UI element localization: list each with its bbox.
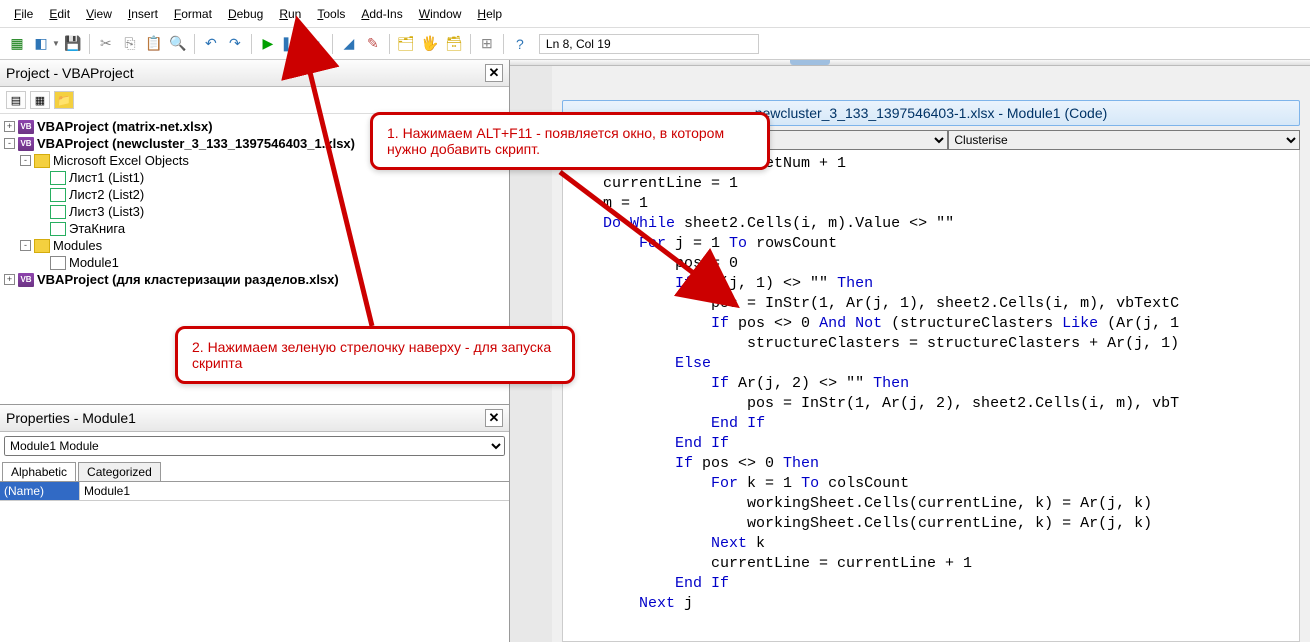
design-mode-icon[interactable]: ◢ [338, 33, 360, 55]
callout-2: 2. Нажимаем зеленую стрелочку наверху - … [175, 326, 575, 384]
save-icon[interactable]: 💾 [62, 33, 84, 55]
toggle-folders-icon[interactable]: 📁 [54, 91, 74, 109]
menu-tools[interactable]: Tools [311, 5, 351, 23]
tree-item[interactable]: Лист1 (List1) [2, 169, 507, 186]
redo-icon[interactable]: ↷ [224, 33, 246, 55]
help-icon[interactable]: ? [509, 33, 531, 55]
project-explorer-icon[interactable]: 🗂 [395, 33, 417, 55]
vba-icon: VB [18, 120, 34, 134]
menu-insert[interactable]: Insert [122, 5, 164, 23]
copy-icon[interactable]: ⎘ [119, 33, 141, 55]
vba-icon: VB [18, 273, 34, 287]
reset-icon[interactable]: ■ [305, 33, 327, 55]
tree-label: VBAProject (matrix-net.xlsx) [37, 119, 213, 134]
properties-title: Properties - Module1 [6, 410, 136, 426]
properties-window-icon[interactable]: 🖐 [419, 33, 441, 55]
find-icon[interactable]: 🔍 [167, 33, 189, 55]
expand-icon[interactable]: - [20, 155, 31, 166]
tree-item[interactable]: +VBVBAProject (для кластеризации раздело… [2, 271, 507, 288]
property-key: (Name) [0, 482, 80, 501]
tree-item[interactable]: ЭтаКнига [2, 220, 507, 237]
properties-panel: Properties - Module1 ✕ Module1 Module Al… [0, 405, 509, 642]
paste-icon[interactable]: 📋 [143, 33, 165, 55]
menu-file[interactable]: File [8, 5, 39, 23]
tree-item[interactable]: Module1 [2, 254, 507, 271]
tree-label: Лист3 (List3) [69, 204, 144, 219]
ruler-icon[interactable]: ✎ [362, 33, 384, 55]
sheet-icon [50, 171, 66, 185]
code-editor[interactable]: etNum = workingSheetNum + 1 currentLine … [562, 150, 1300, 642]
expand-icon[interactable]: - [4, 138, 15, 149]
tree-label: Лист2 (List2) [69, 187, 144, 202]
fold-icon [34, 154, 50, 168]
expand-icon[interactable]: + [4, 274, 15, 285]
view-code-icon[interactable]: ▤ [6, 91, 26, 109]
resize-handle[interactable] [790, 60, 830, 65]
vba-icon: VB [18, 137, 34, 151]
tree-label: Modules [53, 238, 102, 253]
toolbar: ▦ ◧▼ 💾 ✂ ⎘ 📋 🔍 ↶ ↷ ▶ ❚❚ ■ ◢ ✎ 🗂 🖐 🗃 ⊞ ? … [0, 28, 1310, 60]
excel-icon[interactable]: ▦ [6, 33, 28, 55]
tree-label: VBAProject (для кластеризации разделов.x… [37, 272, 339, 287]
dropdown-icon[interactable]: ▼ [52, 39, 60, 48]
cut-icon[interactable]: ✂ [95, 33, 117, 55]
tree-label: Лист1 (List1) [69, 170, 144, 185]
menu-format[interactable]: Format [168, 5, 218, 23]
menu-view[interactable]: View [80, 5, 118, 23]
tree-item[interactable]: Лист2 (List2) [2, 186, 507, 203]
tab-alphabetic[interactable]: Alphabetic [2, 462, 76, 481]
tree-label: VBAProject (newcluster_3_133_1397546403_… [37, 136, 355, 151]
tree-label: Microsoft Excel Objects [53, 153, 189, 168]
tree-label: ЭтаКнига [69, 221, 125, 236]
tree-label: Module1 [69, 255, 119, 270]
close-icon[interactable]: ✕ [485, 64, 503, 82]
menu-run[interactable]: Run [273, 5, 307, 23]
mod-icon [50, 256, 66, 270]
procedure-dropdown[interactable]: Clusterise [948, 130, 1300, 150]
view-object-icon[interactable]: ▦ [30, 91, 50, 109]
sheet-icon [50, 205, 66, 219]
tree-item[interactable]: Лист3 (List3) [2, 203, 507, 220]
sheet-icon [50, 222, 66, 236]
project-explorer-title: Project - VBAProject [6, 65, 134, 81]
menu-bar: FileEditViewInsertFormatDebugRunToolsAdd… [0, 0, 1310, 28]
menu-edit[interactable]: Edit [43, 5, 76, 23]
expand-icon[interactable]: - [20, 240, 31, 251]
tree-item[interactable]: - Modules [2, 237, 507, 254]
tab-categorized[interactable]: Categorized [78, 462, 161, 481]
cursor-position: Ln 8, Col 19 [539, 34, 759, 54]
object-selector[interactable]: Module1 Module [4, 436, 505, 456]
undo-icon[interactable]: ↶ [200, 33, 222, 55]
expand-icon[interactable]: + [4, 121, 15, 132]
callout-1: 1. Нажимаем ALT+F11 - появляется окно, в… [370, 112, 770, 170]
fold-icon [34, 239, 50, 253]
menu-add-ins[interactable]: Add-Ins [355, 5, 408, 23]
menu-help[interactable]: Help [471, 5, 508, 23]
property-row[interactable]: (Name) Module1 [0, 482, 509, 501]
sheet-icon [50, 188, 66, 202]
object-browser-icon[interactable]: 🗃 [443, 33, 465, 55]
menu-debug[interactable]: Debug [222, 5, 269, 23]
property-value[interactable]: Module1 [80, 482, 509, 501]
toolbox-icon[interactable]: ⊞ [476, 33, 498, 55]
close-icon[interactable]: ✕ [485, 409, 503, 427]
insert-module-icon[interactable]: ◧ [30, 33, 52, 55]
break-icon[interactable]: ❚❚ [281, 33, 303, 55]
run-icon[interactable]: ▶ [257, 33, 279, 55]
menu-window[interactable]: Window [413, 5, 468, 23]
